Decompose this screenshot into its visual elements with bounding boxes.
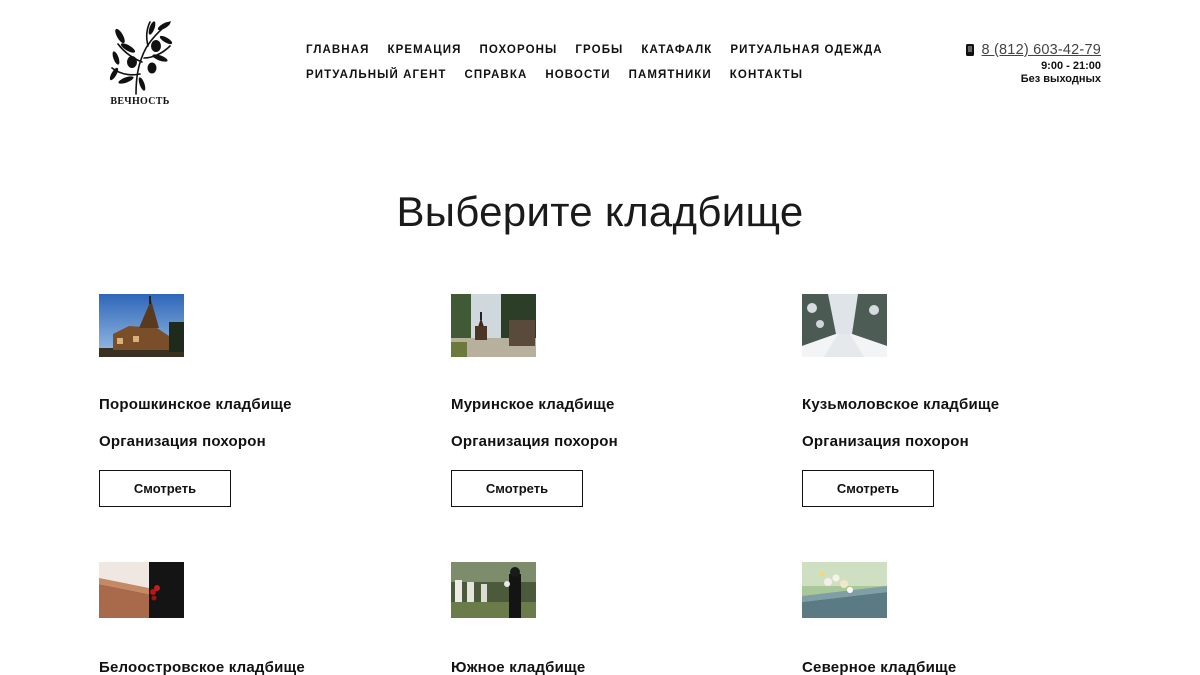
nav-row-2: РИТУАЛЬНЫЙ АГЕНТ СПРАВКА НОВОСТИ ПАМЯТНИКИ К… [306, 68, 866, 93]
view-button[interactable]: Смотреть [802, 470, 934, 507]
wooden-church-photo [99, 294, 184, 357]
coffin-with-roses-photo [99, 562, 184, 618]
nav-row-1: ГЛАВНАЯ КРЕМАЦИЯ ПОХОРОНЫ ГРОБЫ КАТАФАЛК РИТУ… [306, 43, 882, 68]
page: ВЕЧНОСТЬ ГЛАВНАЯ КРЕМАЦИЯ ПОХОРОНЫ ГРОБЫ КАТ… [0, 0, 1200, 675]
phone-row: 8 (812) 603-42-79 [965, 42, 1101, 58]
cemetery-card: Северное кладбище [802, 562, 1102, 675]
nav-link[interactable]: КАТАФАЛК [641, 43, 712, 57]
cemetery-thumbnail[interactable] [802, 562, 887, 618]
cemetery-card: Муринское кладбище Организация похорон С… [451, 294, 751, 507]
mobile-phone-icon [965, 44, 974, 56]
main-navigation: ГЛАВНАЯ КРЕМАЦИЯ ПОХОРОНЫ ГРОБЫ КАТАФАЛК РИТУ… [306, 43, 882, 93]
cemetery-card: Кузьмоловское кладбище Организация похор… [802, 294, 1102, 507]
cemetery-card: Порошкинское кладбище Организация похоро… [99, 294, 399, 507]
working-hours: 9:00 - 21:00 [1041, 60, 1101, 72]
phone-link[interactable]: 8 (812) 603-42-79 [982, 42, 1101, 58]
cemetery-name: Кузьмоловское кладбище [802, 396, 1000, 413]
contact-block: 8 (812) 603-42-79 9:00 - 21:00 Без выход… [965, 42, 1101, 86]
cemetery-name: Белоостровское кладбище [99, 659, 305, 675]
nav-link[interactable]: ПАМЯТНИКИ [629, 68, 712, 82]
cemetery-name: Северное кладбище [802, 659, 957, 675]
olive-branch-icon [109, 21, 173, 95]
cemetery-card: Белоостровское кладбище [99, 562, 399, 675]
page-title: Выберите кладбище [396, 188, 804, 235]
nav-link[interactable]: КРЕМАЦИЯ [388, 43, 462, 57]
cemetery-thumbnail[interactable] [99, 562, 184, 618]
cemetery-thumbnail[interactable] [99, 294, 184, 357]
mourner-at-graves-photo [451, 562, 536, 618]
view-button[interactable]: Смотреть [451, 470, 583, 507]
logo-text: ВЕЧНОСТЬ [110, 96, 170, 107]
cemetery-thumbnail[interactable] [451, 294, 536, 357]
cemetery-thumbnail[interactable] [802, 294, 887, 357]
chapel-in-trees-photo [451, 294, 536, 357]
nav-link[interactable]: РИТУАЛЬНЫЙ АГЕНТ [306, 68, 446, 82]
nav-link[interactable]: ГЛАВНАЯ [306, 43, 370, 57]
nav-link[interactable]: НОВОСТИ [545, 68, 610, 82]
cemetery-subtitle: Организация похорон [451, 433, 618, 450]
cemetery-name: Южное кладбище [451, 659, 586, 675]
flowers-on-coffin-photo [802, 562, 887, 618]
cemetery-name: Муринское кладбище [451, 396, 615, 413]
nav-link[interactable]: РИТУАЛЬНАЯ ОДЕЖДА [730, 43, 882, 57]
cemetery-card: Южное кладбище [451, 562, 751, 675]
nav-link[interactable]: ГРОБЫ [575, 43, 623, 57]
working-days: Без выходных [1020, 73, 1101, 85]
snowy-alley-photo [802, 294, 887, 357]
cemetery-subtitle: Организация похорон [802, 433, 969, 450]
view-button[interactable]: Смотреть [99, 470, 231, 507]
nav-link[interactable]: ПОХОРОНЫ [479, 43, 557, 57]
nav-link[interactable]: СПРАВКА [464, 68, 527, 82]
cemetery-subtitle: Организация похорон [99, 433, 266, 450]
nav-link[interactable]: КОНТАКТЫ [730, 68, 803, 82]
site-logo[interactable]: ВЕЧНОСТЬ [106, 18, 178, 110]
cemetery-name: Порошкинское кладбище [99, 396, 292, 413]
cemetery-thumbnail[interactable] [451, 562, 536, 618]
